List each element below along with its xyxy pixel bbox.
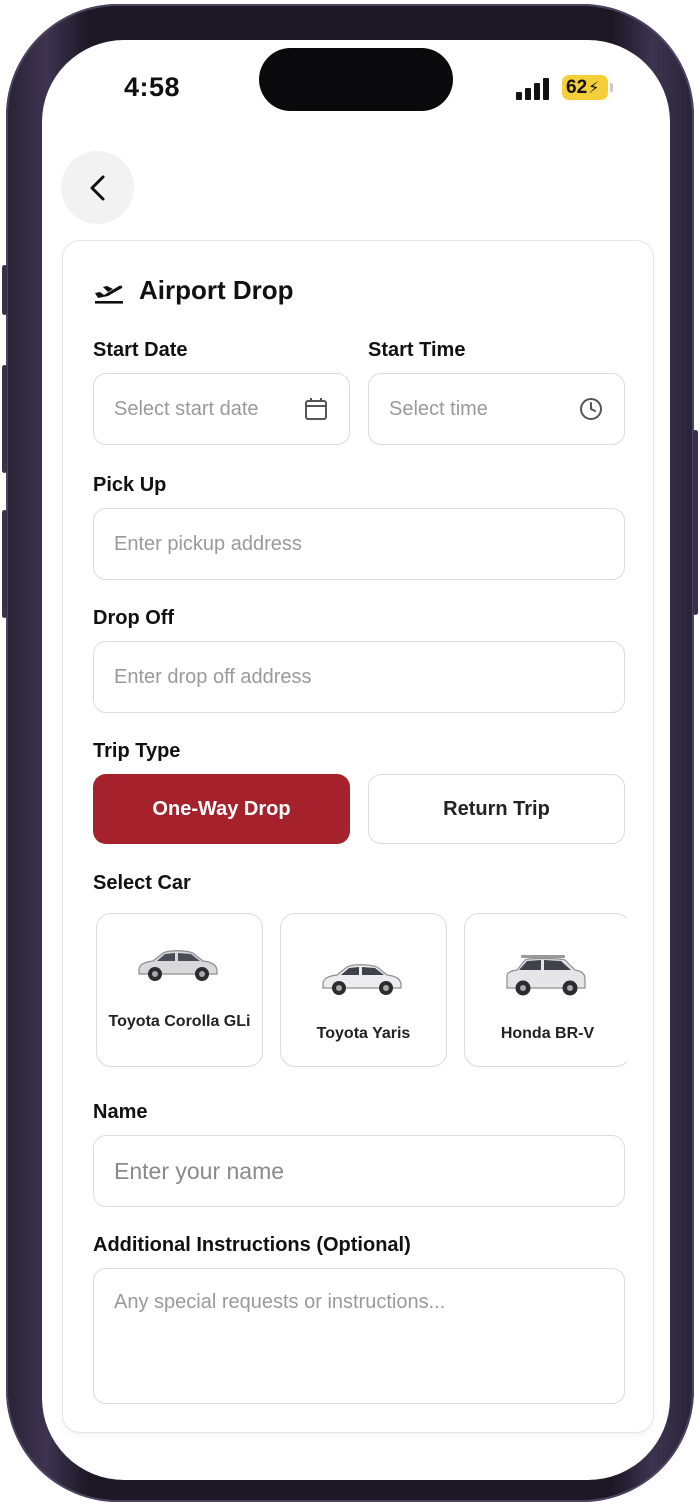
phone-frame: 4:58 62 ⚡ Airport Drop Start Date Start … <box>6 4 694 1502</box>
name-placeholder: Enter your name <box>114 1157 285 1184</box>
battery-cap <box>610 83 613 92</box>
page-title: Airport Drop <box>139 275 294 305</box>
instructions-label: Additional Instructions (Optional) <box>93 1234 411 1256</box>
battery-level: 62 <box>566 76 588 98</box>
car-name: Toyota Yaris <box>316 1025 411 1042</box>
start-date-field[interactable]: Select start date <box>93 373 350 445</box>
car-option[interactable]: Toyota Yaris <box>280 913 447 1067</box>
power-button <box>693 430 698 615</box>
start-date-label: Start Date <box>93 339 188 361</box>
name-input[interactable]: Enter your name <box>93 1135 625 1207</box>
dynamic-island <box>259 48 453 111</box>
start-date-placeholder: Select start date <box>114 397 259 420</box>
airplane-departure-icon <box>95 285 123 304</box>
car-option[interactable]: Honda BR-V <box>464 913 627 1067</box>
dropoff-address-input[interactable]: Enter drop off address <box>93 641 625 713</box>
volume-down-button <box>2 510 7 618</box>
start-time-placeholder: Select time <box>389 397 488 420</box>
form-header: Airport Drop <box>93 275 294 306</box>
battery-indicator: 62 ⚡ <box>562 75 608 100</box>
dropoff-placeholder: Enter drop off address <box>114 665 312 688</box>
sedan-car-image <box>322 964 402 995</box>
name-label: Name <box>93 1101 148 1123</box>
volume-up-button <box>2 365 7 473</box>
one-way-drop-button[interactable]: One-Way Drop <box>93 774 350 844</box>
dropoff-label: Drop Off <box>93 607 175 629</box>
select-car-label: Select Car <box>93 872 191 894</box>
app-screen: 4:58 62 ⚡ Airport Drop Start Date Start … <box>42 40 670 1480</box>
car-option[interactable]: Toyota Corolla GLi <box>96 913 263 1067</box>
pickup-label: Pick Up <box>93 474 167 496</box>
back-button[interactable] <box>61 151 134 224</box>
booking-form-card: Airport Drop Start Date Start Time Selec… <box>62 240 654 1433</box>
charging-bolt-icon: ⚡ <box>588 79 600 97</box>
chevron-left-icon <box>90 175 104 200</box>
suv-car-image <box>506 955 586 996</box>
start-time-label: Start Time <box>368 339 466 361</box>
start-time-field[interactable]: Select time <box>368 373 625 445</box>
status-time: 4:58 <box>124 72 181 102</box>
pickup-address-input[interactable]: Enter pickup address <box>93 508 625 580</box>
cellular-signal-icon <box>516 78 552 100</box>
pickup-placeholder: Enter pickup address <box>114 532 302 555</box>
calendar-icon[interactable] <box>303 396 329 422</box>
car-name: Toyota Corolla GLi <box>108 1013 251 1030</box>
car-selector[interactable]: Toyota Corolla GLi Toyota Yaris Honda BR… <box>95 911 627 1069</box>
instructions-placeholder: Any special requests or instructions... <box>114 1291 446 1313</box>
instructions-textarea[interactable]: Any special requests or instructions... <box>93 1268 625 1404</box>
action-button <box>2 265 7 315</box>
car-name: Honda BR-V <box>500 1025 595 1042</box>
trip-type-label: Trip Type <box>93 740 181 762</box>
return-trip-button[interactable]: Return Trip <box>368 774 625 844</box>
clock-icon[interactable] <box>578 396 604 422</box>
sedan-car-image <box>138 950 218 981</box>
